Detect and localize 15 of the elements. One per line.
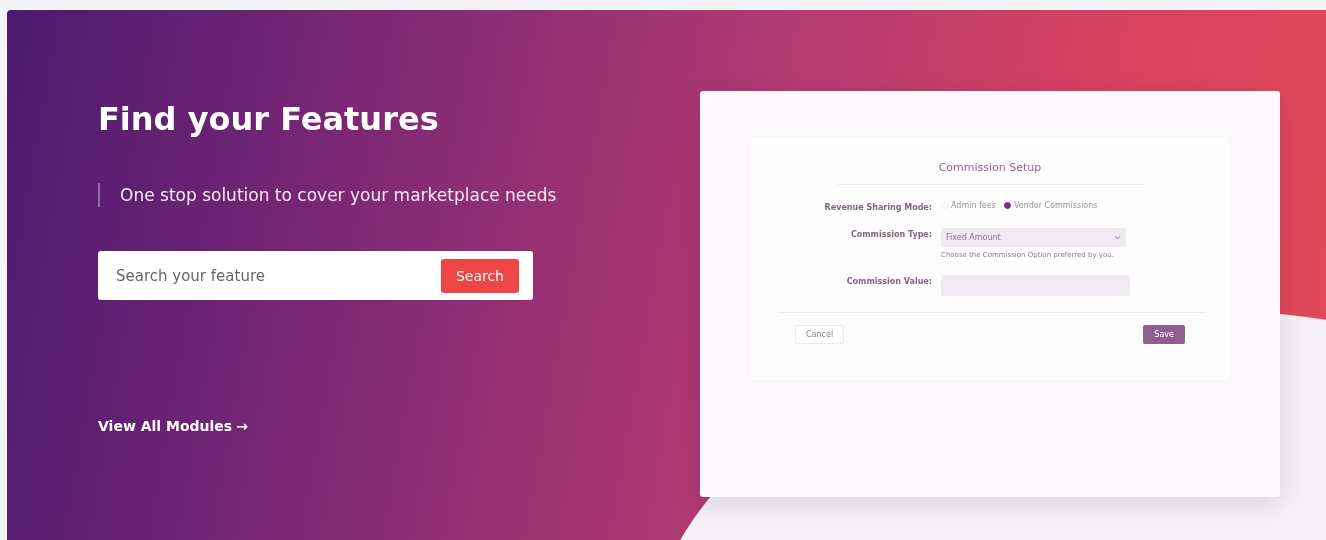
form-title: Commission Setup <box>938 161 1042 174</box>
field-label: Commission Value: <box>846 276 932 286</box>
radio-option[interactable]: Admin fees <box>941 201 996 210</box>
cancel-button[interactable]: Cancel <box>795 325 845 344</box>
chevron-down-icon <box>1114 235 1121 240</box>
field-label: Commission Type: <box>850 229 932 239</box>
radio-option[interactable]: Vendor Commissions <box>1003 201 1098 210</box>
view-all-modules-link[interactable]: View All Modules → <box>98 418 248 434</box>
search-field[interactable]: Search your feature Search <box>98 251 533 300</box>
hero-title: Find your Features <box>98 100 439 138</box>
search-button[interactable]: Search <box>440 258 519 293</box>
field-label: Revenue Sharing Mode: <box>824 202 932 212</box>
save-button[interactable]: Save <box>1143 325 1185 344</box>
commission-type-dropdown[interactable]: Fixed Amount <box>941 228 1126 247</box>
hero-subtitle: One stop solution to cover your marketplace needs <box>98 183 598 207</box>
